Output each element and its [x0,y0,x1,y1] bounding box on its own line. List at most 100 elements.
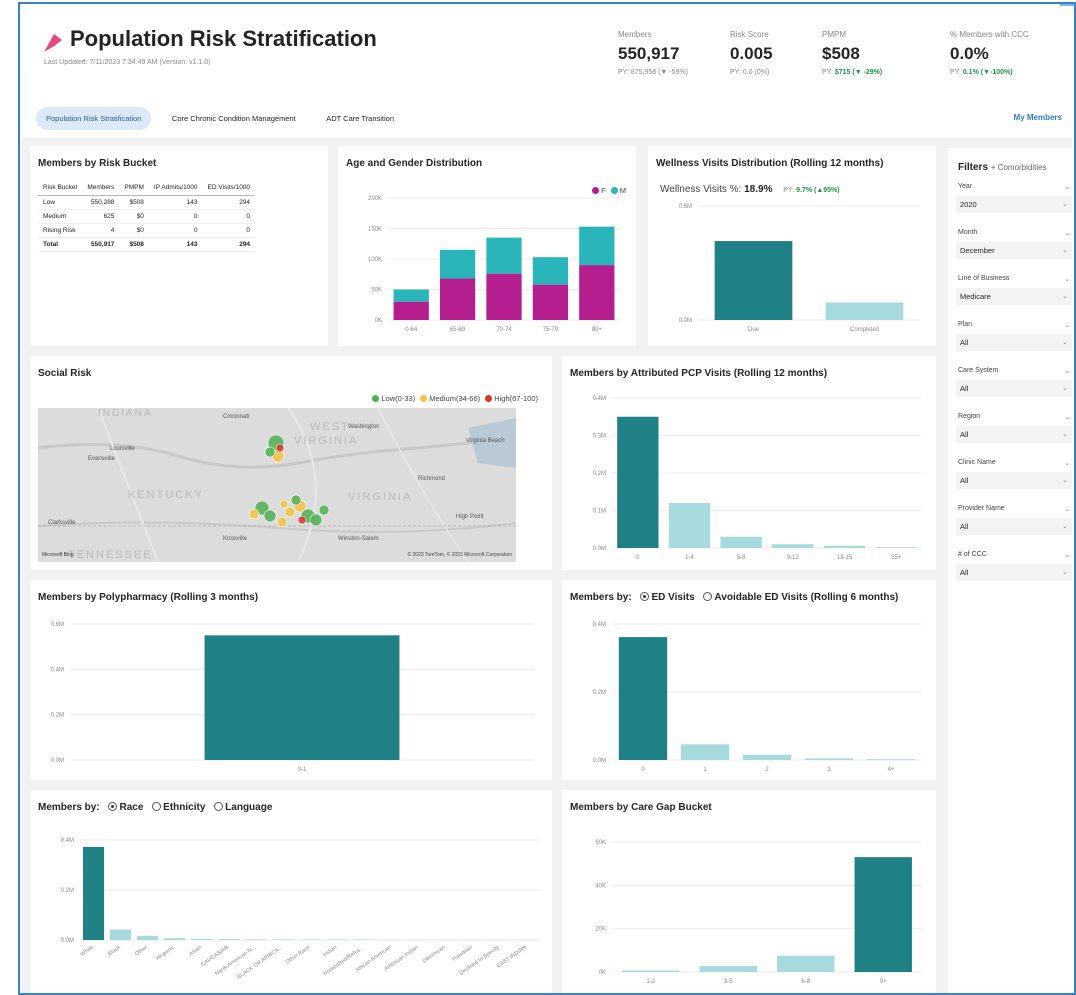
filter-plan: Plan ⌄ All ⌄ [956,318,1072,351]
social-risk-map[interactable]: INDIANA WEST VIRGINIA KENTUCKY VIRGINIA TENNE… [38,408,516,562]
table-cell: 0 [202,223,256,238]
chevron-down-icon[interactable]: ⌄ [1064,505,1070,513]
chevron-down-icon[interactable]: ⌄ [1064,413,1070,421]
bar-f[interactable] [579,265,615,320]
table-row[interactable]: Medium 625 $0 0 0 [38,209,256,224]
bar[interactable] [245,939,267,940]
bar[interactable] [617,416,659,548]
column-header[interactable]: Members [82,180,120,196]
filter-clinic-name: Clinic Name ⌄ All ⌄ [956,456,1072,489]
filter-dropdown[interactable]: 2020 ⌄ [956,196,1072,213]
bar[interactable] [618,637,668,760]
tab-adt-care[interactable]: ADT Care Transition [316,107,404,130]
bar[interactable] [742,754,792,760]
bar[interactable] [804,758,854,760]
filter-dropdown[interactable]: All ⌄ [956,518,1072,535]
table-row[interactable]: Rising Risk 4 $0 0 0 [38,223,256,238]
bar[interactable] [137,935,159,940]
x-tick-label: 3 [827,767,831,773]
bar[interactable] [110,929,132,940]
filter-label[interactable]: Month ⌄ [956,226,1072,240]
bar[interactable] [720,536,762,548]
bar[interactable] [82,846,105,940]
comorbidities-toggle[interactable]: + Comorbidities [991,163,1047,172]
kpi-pmpm[interactable]: PMPM $508 PY: $715 (▼ -29%) [822,30,882,76]
bar-f[interactable] [393,301,429,320]
bar[interactable] [772,544,814,548]
bar[interactable] [866,759,916,760]
bar[interactable] [825,302,904,320]
x-tick-label: 9+ [880,979,887,985]
filter-dropdown[interactable]: All ⌄ [956,564,1072,581]
filter-label[interactable]: Provider Name ⌄ [956,502,1072,516]
chevron-down-icon[interactable]: ⌄ [1064,183,1070,191]
kpi-members[interactable]: Members 550,917 PY: 875,958 (▼ -59%) [618,30,688,76]
bar[interactable] [854,857,912,972]
bar-f[interactable] [486,273,522,320]
bar-f[interactable] [532,284,569,320]
filter-label[interactable]: Clinic Name ⌄ [956,456,1072,470]
map-canvas[interactable]: INDIANA WEST VIRGINIA KENTUCKY VIRGINIA TENNE… [38,408,516,562]
bar[interactable] [699,965,757,972]
my-members-link[interactable]: My Members [1014,113,1062,122]
bar-f[interactable] [439,278,476,320]
tab-population-risk[interactable]: Population Risk Stratification [36,107,152,130]
chevron-down-icon[interactable]: ⌄ [1064,275,1070,283]
map-place-label: Washington [348,424,379,430]
map-bubble-medium [276,516,288,528]
chevron-down-icon[interactable]: ⌄ [1064,229,1070,237]
filter-label[interactable]: Region ⌄ [956,410,1072,424]
y-tick-label: 0.0M [593,546,606,552]
chevron-down-icon[interactable]: ⌄ [1064,551,1070,559]
bar[interactable] [622,970,680,972]
bar-m[interactable] [393,289,429,302]
filter-region: Region ⌄ All ⌄ [956,410,1072,443]
legend-label: High(67-100) [494,394,538,403]
y-tick-label: 0.4M [61,838,74,844]
bar[interactable] [777,955,835,972]
bar[interactable] [668,503,711,548]
kpi-ccc[interactable]: % Members with CCC 0.0% PY: 0.1% (▼-100%… [950,30,1029,76]
filter-label[interactable]: Plan ⌄ [956,318,1072,332]
pcp-visits-card: Members by Attributed PCP Visits (Rollin… [562,356,936,570]
chevron-down-icon[interactable]: ⌄ [1064,321,1070,329]
y-tick-label: 50K [371,288,382,294]
filter-dropdown[interactable]: All ⌄ [956,334,1072,351]
filter-label[interactable]: Year ⌄ [956,180,1072,194]
filter-dropdown[interactable]: December ⌄ [956,242,1072,259]
bar[interactable] [823,545,866,548]
bar[interactable] [204,635,400,760]
bar-m[interactable] [486,237,522,274]
chevron-down-icon: ⌄ [1062,339,1068,346]
bar-m[interactable] [532,257,569,285]
filter-label[interactable]: Line of Business ⌄ [956,272,1072,286]
y-tick-label: 60K [595,840,606,846]
filter-dropdown[interactable]: Medicare ⌄ [956,288,1072,305]
filter-label[interactable]: # of CCC ⌄ [956,548,1072,562]
filter-dropdown[interactable]: All ⌄ [956,426,1072,443]
bar[interactable] [680,744,730,760]
bar[interactable] [191,938,213,940]
table-row[interactable]: Low 550,288 $508 143 294 [38,195,256,210]
bar[interactable] [272,939,294,940]
column-header[interactable]: ED Visits/1000 [202,180,256,196]
bar[interactable] [714,241,793,320]
filter-dropdown[interactable]: All ⌄ [956,380,1072,397]
bar-m[interactable] [439,249,476,279]
tab-core-chronic[interactable]: Core Chronic Condition Management [162,107,306,130]
column-header[interactable]: IP Admits/1000 [148,180,203,196]
filter-dropdown[interactable]: All ⌄ [956,472,1072,489]
chevron-down-icon[interactable]: ⌄ [1064,459,1070,467]
bar-m[interactable] [579,226,615,266]
bar[interactable] [164,938,186,940]
legend-high-marker [485,395,493,402]
column-header[interactable]: Risk Bucket [38,180,83,196]
bar[interactable] [218,939,240,940]
filter-label[interactable]: Care System ⌄ [956,364,1072,378]
bar[interactable] [875,547,917,548]
kpi-prior-year: PY: 0.0 (0%) [730,69,770,76]
column-header[interactable]: PMPM [119,180,149,196]
map-place-label: Richmond [418,476,445,482]
chevron-down-icon[interactable]: ⌄ [1064,367,1070,375]
kpi-risk-score[interactable]: Risk Score 0.005 PY: 0.0 (0%) [730,30,773,76]
